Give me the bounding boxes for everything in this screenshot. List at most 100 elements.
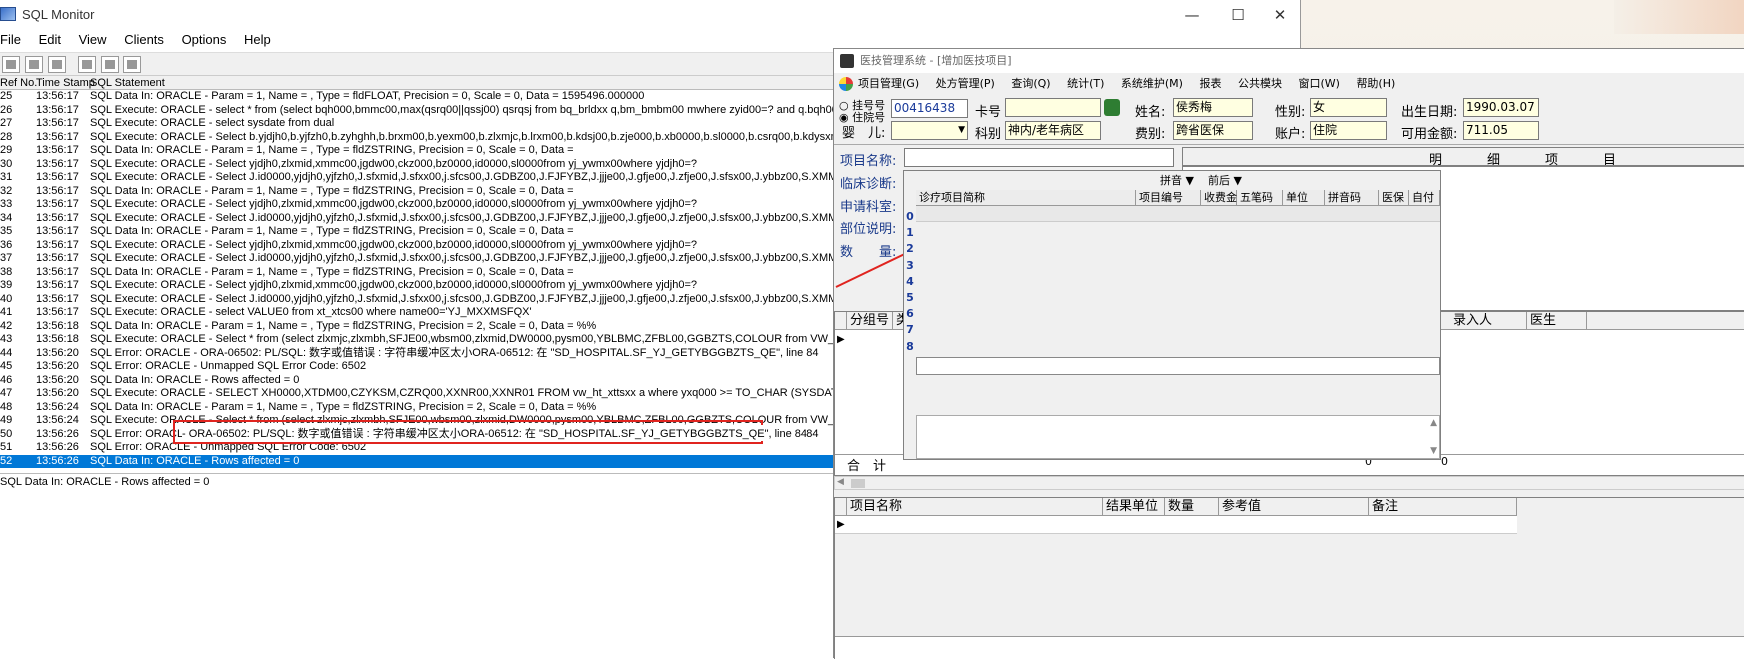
fee-field[interactable]: 跨省医保 [1173, 121, 1253, 140]
menu-item-prescription[interactable]: 处方管理(P) [936, 77, 995, 90]
popup-grid-row[interactable] [916, 206, 1440, 222]
log-time: 13:56:17 [36, 238, 79, 251]
result-col-unit[interactable]: 结果单位 [1103, 498, 1165, 516]
popup-notes-area[interactable]: ▲ ▼ [916, 415, 1440, 459]
popup-row-number: 6 [906, 307, 914, 321]
balance-field[interactable]: 711.05 [1463, 121, 1539, 140]
account-label: 账户: [1275, 127, 1306, 142]
log-ref: 37 [0, 252, 13, 264]
log-sql: SQL Data In: ORACLE - Rows affected = 0 [90, 454, 300, 467]
pinyin-sort-button[interactable]: 拼音 ▼ [1160, 172, 1194, 188]
item-name-field[interactable] [904, 148, 1174, 167]
menu-item-maintenance[interactable]: 系统维护(M) [1121, 77, 1183, 90]
medical-window-title: 医技管理系统 - [增加医技项目] [860, 54, 1012, 67]
toolbar-copy-icon[interactable] [25, 56, 43, 73]
popup-col-insurance[interactable]: 医保 [1379, 190, 1409, 206]
popup-grid-header: 诊疗项目简称 项目编号 收费金 五笔码 单位 拼音码 医保 自付 [916, 190, 1440, 206]
log-time: 13:56:24 [36, 414, 79, 426]
log-ref: 46 [0, 373, 13, 386]
balance-label: 可用金额: [1401, 127, 1458, 142]
scroll-down-icon[interactable]: ▼ [1430, 446, 1437, 456]
name-field[interactable]: 侯秀梅 [1173, 98, 1253, 117]
popup-col-selfpay[interactable]: 自付 [1409, 190, 1440, 206]
gender-label: 性别: [1275, 105, 1306, 120]
menu-item-public[interactable]: 公共模块 [1238, 77, 1282, 90]
card-field[interactable] [1005, 98, 1101, 117]
toolbar-check-icon[interactable] [123, 56, 141, 73]
error-highlight-text: - ORA-06502: PL/SQL: 数字或值错误 : 字符串缓冲区太小OR… [182, 425, 808, 441]
order-col-doctor[interactable]: 医生 [1527, 312, 1587, 330]
column-time-stamp[interactable]: Time Stamp [36, 76, 95, 90]
order-col-recorder[interactable]: 录入人 [1450, 312, 1527, 330]
log-sql: SQL Execute: ORACLE - Select b.yjdjh0,b.… [90, 130, 950, 143]
result-grid-row[interactable]: ▶ [835, 516, 1517, 534]
scroll-thumb[interactable] [851, 479, 865, 488]
result-grid[interactable]: 项目名称 结果单位 数量 参考值 备注 ▶ [834, 497, 1744, 660]
log-ref: 48 [0, 400, 13, 413]
popup-col-wubi[interactable]: 五笔码 [1237, 190, 1283, 206]
popup-col-pinyin[interactable]: 拼音码 [1325, 190, 1379, 206]
menu-help[interactable]: Help [244, 30, 278, 47]
result-grid-header: 项目名称 结果单位 数量 参考值 备注 [835, 498, 1517, 516]
popup-col-code[interactable]: 项目编号 [1136, 190, 1201, 206]
log-ref: 47 [0, 387, 13, 399]
dept-field[interactable]: 神内/老年病区 [1005, 121, 1101, 140]
menu-view[interactable]: View [79, 30, 114, 47]
toolbar-print-icon[interactable] [2, 56, 20, 73]
result-col-remark[interactable]: 备注 [1369, 498, 1517, 516]
log-time: 13:56:17 [36, 130, 79, 143]
popup-input-strip[interactable] [916, 357, 1440, 375]
column-ref-no[interactable]: Ref No. [0, 76, 37, 90]
result-col-qty[interactable]: 数量 [1165, 498, 1219, 516]
scroll-up-icon[interactable]: ▲ [1430, 418, 1437, 428]
card-reader-icon[interactable] [1104, 99, 1120, 116]
toolbar-pause-icon[interactable] [78, 56, 96, 73]
log-ref: 44 [0, 346, 13, 359]
menu-item-window[interactable]: 窗口(W) [1298, 77, 1339, 90]
status-bar-text: SQL Data In: ORACLE - Rows affected = 0 [0, 476, 210, 488]
window-title: SQL Monitor [22, 7, 95, 22]
menu-item-report[interactable]: 报表 [1199, 77, 1221, 90]
menu-item-help[interactable]: 帮助(H) [1356, 77, 1395, 90]
minimize-icon[interactable]: — [1169, 0, 1215, 30]
req-dept-label: 申请科室: [840, 200, 897, 215]
menu-options[interactable]: Options [182, 30, 234, 47]
medical-title-bar: 医技管理系统 - [增加医技项目] [834, 49, 1744, 73]
close-icon[interactable]: ✕ [1257, 0, 1303, 30]
menu-file[interactable]: File [0, 30, 28, 47]
toolbar-clear-icon[interactable] [48, 56, 66, 73]
popup-col-unit[interactable]: 单位 [1283, 190, 1325, 206]
popup-col-fee[interactable]: 收费金 [1201, 190, 1237, 206]
toolbar-window-icon[interactable] [101, 56, 119, 73]
qianhou-sort-button[interactable]: 前后 ▼ [1208, 172, 1242, 188]
menu-item-project[interactable]: 项目管理(G) [858, 77, 919, 90]
popup-col-name[interactable]: 诊疗项目简称 [916, 190, 1136, 206]
menu-item-statistics[interactable]: 统计(T) [1067, 77, 1104, 90]
qty-label: 数 量: [840, 245, 897, 260]
gender-field[interactable]: 女 [1310, 98, 1387, 117]
scroll-left-icon[interactable]: ◀ [837, 477, 844, 487]
result-col-reference[interactable]: 参考值 [1219, 498, 1369, 516]
log-ref: 40 [0, 292, 13, 305]
order-col-group[interactable]: 分组号 [847, 312, 893, 330]
infant-select[interactable]: ▼ [891, 121, 968, 140]
menu-clients[interactable]: Clients [124, 30, 171, 47]
log-ref: 30 [0, 157, 13, 170]
log-sql: SQL Execute: ORACLE - Select J.id0000,yj… [90, 252, 961, 264]
reg-no-field[interactable]: 00416438 [891, 99, 968, 118]
result-row-pointer-icon: ▶ [837, 519, 845, 530]
log-ref: 35 [0, 225, 13, 237]
column-sql-statement[interactable]: SQL Statement [90, 76, 165, 90]
log-ref: 26 [0, 103, 13, 116]
account-field[interactable]: 住院 [1310, 121, 1387, 140]
result-col-item-name[interactable]: 项目名称 [847, 498, 1103, 516]
menu-item-query[interactable]: 查询(Q) [1011, 77, 1050, 90]
menu-edit[interactable]: Edit [39, 30, 68, 47]
app-icon [0, 7, 16, 21]
horizontal-scrollbar[interactable]: ◀ [834, 476, 1744, 490]
popup-row-number: 2 [906, 242, 914, 256]
maximize-icon[interactable]: ☐ [1215, 0, 1261, 30]
log-time: 13:56:18 [36, 333, 79, 345]
birth-field[interactable]: 1990.03.07 [1463, 98, 1539, 117]
log-ref: 45 [0, 360, 13, 372]
